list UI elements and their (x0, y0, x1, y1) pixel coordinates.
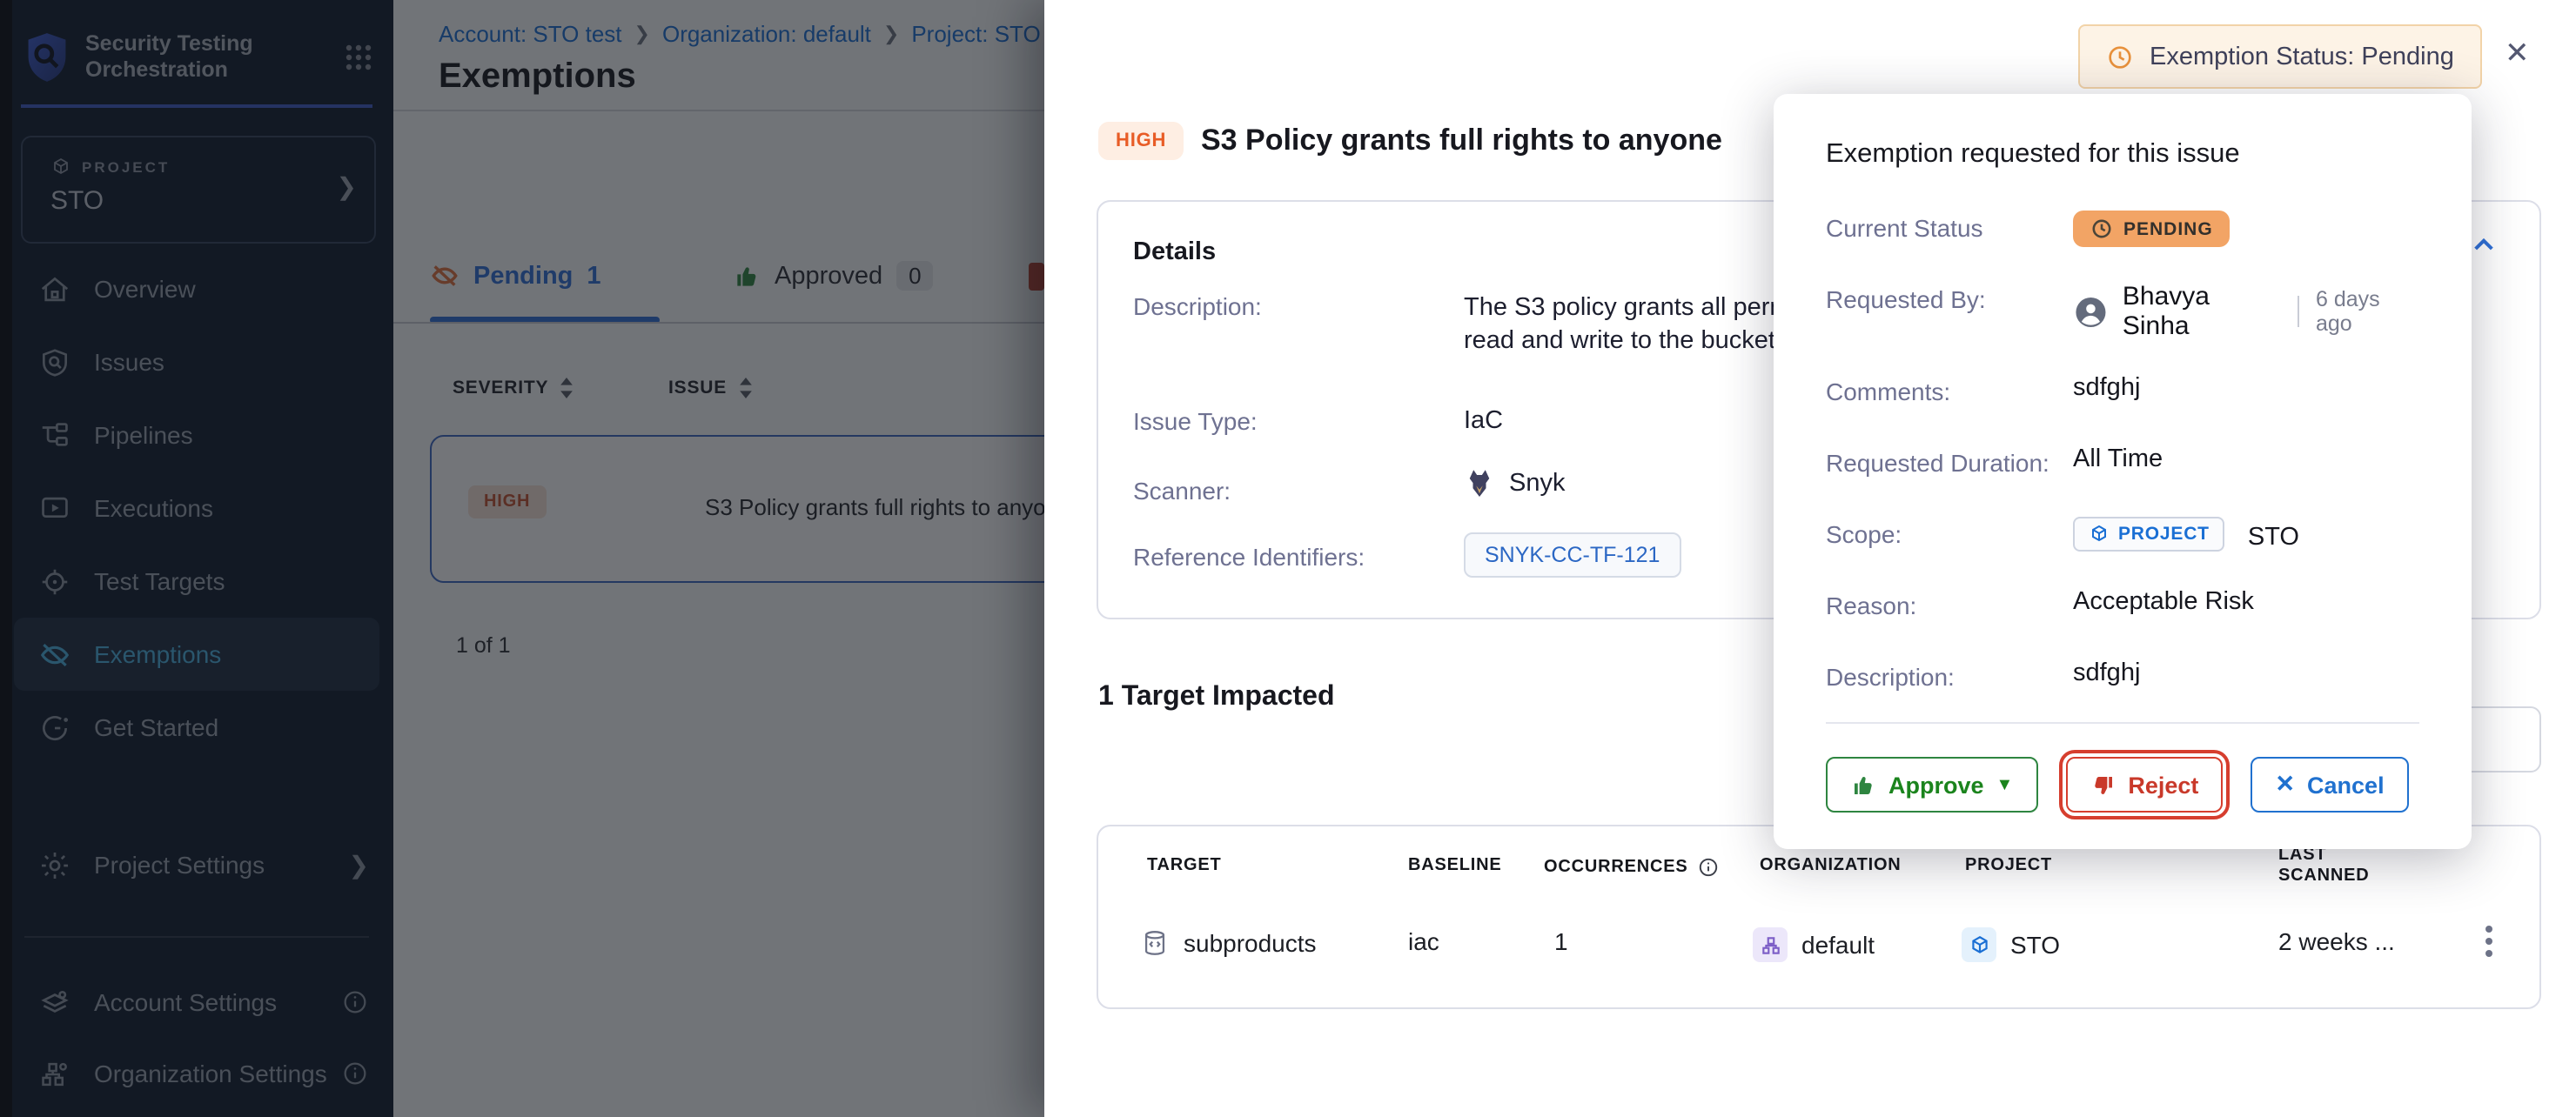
issue-type-value: IaC (1464, 407, 1503, 435)
last-scanned-cell: 2 weeks ... (2278, 927, 2395, 955)
x-icon: ✕ (2275, 771, 2295, 799)
snyk-icon (1464, 466, 1495, 501)
close-icon[interactable]: ✕ (2505, 37, 2530, 71)
target-cell[interactable]: subproducts (1140, 927, 1317, 959)
description-label: Description: (1133, 292, 1262, 320)
popup-divider (1826, 722, 2419, 724)
occurrences-cell: 1 (1554, 927, 1568, 955)
details-heading: Details (1133, 238, 1216, 266)
organization-icon (1753, 927, 1788, 962)
col-last-scanned: LASTSCANNED (2278, 846, 2370, 887)
requested-by-label: Requested By: (1826, 282, 2073, 313)
reference-identifiers-label: Reference Identifiers: (1133, 543, 1365, 571)
reason-label: Reason: (1826, 588, 2073, 619)
reason-row: Reason: Acceptable Risk (1826, 588, 2419, 626)
organization-cell: default (1753, 927, 1875, 962)
chevron-down-icon: ▼ (1996, 775, 2014, 794)
scope-project-name: STO (2248, 524, 2299, 552)
comments-label: Comments: (1826, 374, 2073, 405)
comments-value: sdfghj (2073, 374, 2140, 402)
col-baseline: BASELINE (1408, 856, 1502, 875)
description-value: sdfghj (2073, 659, 2140, 687)
reject-button[interactable]: Reject (2065, 757, 2223, 813)
reference-identifier-chip-wrap: SNYK-CC-TF-121 (1464, 532, 1680, 578)
project-scope-chip: PROJECT (2073, 517, 2225, 552)
scanner-label: Scanner: (1133, 477, 1231, 505)
requested-time: 6 days ago (2316, 287, 2419, 336)
scanner-value: Snyk (1464, 466, 1566, 501)
thumbs-down-icon (2090, 772, 2116, 798)
thumbs-up-icon (1850, 772, 1876, 798)
project-icon (1962, 927, 1996, 962)
issue-title: S3 Policy grants full rights to anyone (1201, 124, 1722, 158)
exemption-status-badge: Exemption Status: Pending (2078, 24, 2482, 89)
cube-icon (2089, 524, 2110, 545)
comments-row: Comments: sdfghj (1826, 374, 2419, 412)
clock-icon (2106, 43, 2134, 70)
reference-identifier-chip[interactable]: SNYK-CC-TF-121 (1464, 532, 1680, 578)
duration-value: All Time (2073, 445, 2163, 473)
baseline-cell: iac (1408, 927, 1439, 955)
requester-name: Bhavya Sinha (2123, 282, 2279, 341)
scope-row: Scope: PROJECT STO (1826, 517, 2419, 555)
avatar (2073, 293, 2109, 330)
row-menu-icon[interactable] (2484, 924, 2494, 959)
reason-value: Acceptable Risk (2073, 588, 2254, 616)
description-row: Description: sdfghj (1826, 659, 2419, 698)
col-organization: ORGANIZATION (1760, 856, 1902, 875)
project-cell: STO (1962, 927, 2060, 962)
exemption-request-popup: Exemption requested for this issue Curre… (1774, 94, 2472, 849)
pending-status-pill: PENDING (2073, 211, 2231, 247)
reject-focus-ring: Reject (2058, 750, 2230, 819)
issue-type-label: Issue Type: (1133, 407, 1258, 435)
modal-dim-overlay[interactable] (0, 0, 1044, 1117)
targets-impacted-heading: 1 Target Impacted (1098, 682, 1335, 713)
app-root: Security TestingOrchestration PROJECT ST… (0, 0, 2576, 1117)
requested-by-value: Bhavya Sinha 6 days ago (2073, 282, 2419, 341)
chevron-up-icon[interactable] (2470, 231, 2498, 259)
exemption-status-text: Exemption Status: Pending (2150, 43, 2454, 70)
approve-button[interactable]: Approve ▼ (1826, 757, 2037, 813)
clock-icon (2090, 217, 2113, 240)
col-occurrences: OCCURRENCES (1544, 856, 1720, 879)
scope-value-wrap: PROJECT STO (2073, 517, 2299, 552)
cancel-button[interactable]: ✕ Cancel (2251, 757, 2408, 813)
divider (2297, 296, 2298, 327)
popup-actions: Approve ▼ Reject ✕ Cancel (1826, 750, 2419, 819)
target-container-icon (1140, 927, 1170, 959)
description-label: Description: (1826, 659, 2073, 691)
col-project: PROJECT (1965, 856, 2052, 875)
popup-title: Exemption requested for this issue (1826, 139, 2419, 171)
info-icon[interactable] (1697, 856, 1720, 879)
requested-by-row: Requested By: Bhavya Sinha 6 days ago (1826, 282, 2419, 341)
targets-table: TARGET BASELINE OCCURRENCES ORGANIZATION… (1097, 825, 2541, 1009)
duration-label: Requested Duration: (1826, 445, 2073, 477)
col-target: TARGET (1147, 856, 1222, 875)
current-status-label: Current Status (1826, 211, 2073, 242)
current-status-row: Current Status PENDING (1826, 211, 2419, 249)
duration-row: Requested Duration: All Time (1826, 445, 2419, 484)
severity-badge: HIGH (1098, 122, 1184, 160)
scope-label: Scope: (1826, 517, 2073, 548)
